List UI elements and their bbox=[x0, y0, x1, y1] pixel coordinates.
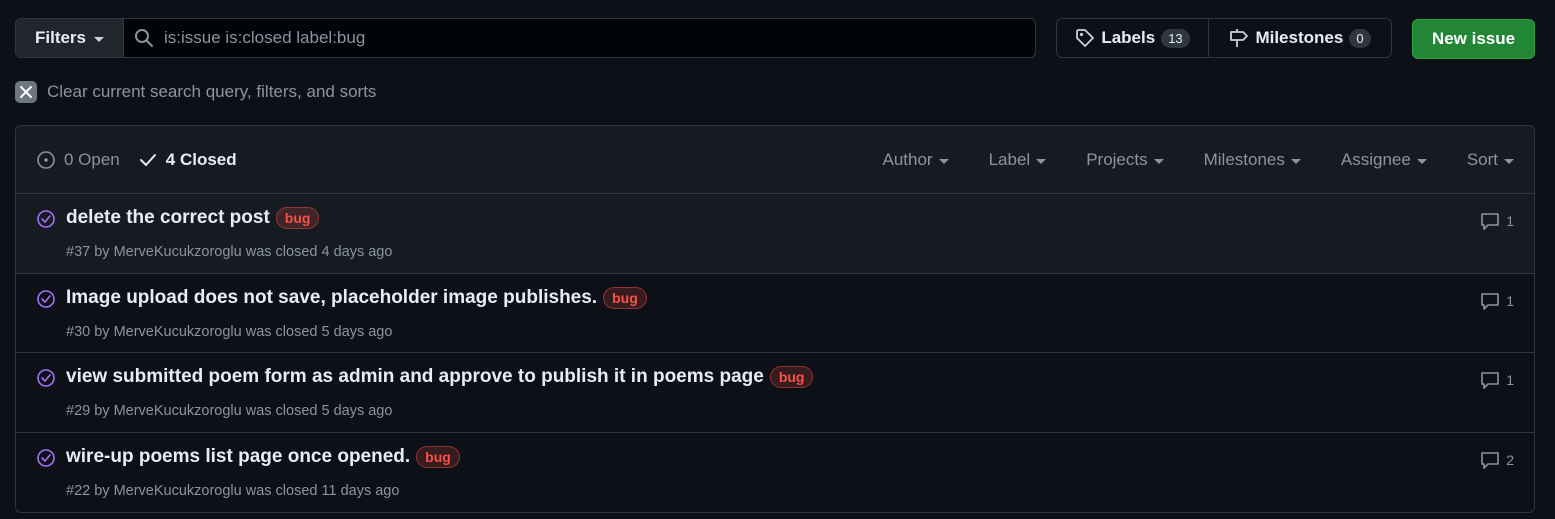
chevron-down-icon bbox=[1290, 158, 1301, 164]
filters-button[interactable]: Filters bbox=[15, 18, 124, 58]
close-icon bbox=[15, 81, 37, 103]
milestones-button-label: Milestones bbox=[1255, 28, 1344, 47]
chevron-down-icon bbox=[1153, 158, 1164, 164]
milestones-button[interactable]: Milestones 0 bbox=[1209, 19, 1391, 57]
comments-count: 1 bbox=[1506, 292, 1514, 309]
bug-label[interactable]: bug bbox=[603, 286, 647, 309]
issue-title-link[interactable]: view submitted poem form as admin and ap… bbox=[66, 366, 764, 388]
chevron-down-icon bbox=[938, 158, 949, 164]
comments-link[interactable]: 1 bbox=[1480, 370, 1514, 390]
filters-button-label: Filters bbox=[34, 28, 87, 47]
author-filter[interactable]: Author bbox=[882, 150, 949, 170]
comments-count: 1 bbox=[1506, 213, 1514, 229]
comments-link[interactable]: 1 bbox=[1480, 211, 1514, 231]
clear-filters-link[interactable]: Clear current search query, filters, and… bbox=[15, 81, 376, 103]
closed-issues-tab[interactable]: 4 Closed bbox=[138, 150, 237, 170]
chevron-down-icon bbox=[94, 36, 105, 42]
sort-filter-label: Sort bbox=[1466, 150, 1498, 169]
issues-list: 0 Open 4 Closed Author Label Projects Mi… bbox=[15, 125, 1535, 513]
issues-list-header: 0 Open 4 Closed Author Label Projects Mi… bbox=[16, 126, 1534, 194]
author-filter-label: Author bbox=[882, 150, 933, 169]
bug-label[interactable]: bug bbox=[275, 207, 320, 229]
issue-closed-icon bbox=[36, 448, 56, 468]
comments-count: 2 bbox=[1506, 451, 1514, 468]
issue-row[interactable]: Image upload does not save, placeholder … bbox=[16, 274, 1534, 353]
bug-label[interactable]: bug bbox=[416, 445, 460, 468]
search-icon bbox=[134, 28, 154, 48]
issue-meta: #22 by MerveKucukzoroglu was closed 11 d… bbox=[66, 482, 400, 499]
search-box[interactable] bbox=[124, 18, 1036, 58]
milestones-counter: 0 bbox=[1349, 28, 1371, 48]
open-issues-tab[interactable]: 0 Open bbox=[36, 150, 120, 170]
labels-button-label: Labels bbox=[1101, 28, 1156, 47]
issue-open-icon bbox=[36, 150, 56, 170]
projects-filter-label: Projects bbox=[1086, 150, 1148, 169]
issue-closed-icon bbox=[36, 368, 56, 388]
milestones-filter[interactable]: Milestones bbox=[1204, 150, 1301, 170]
issue-title-line: view submitted poem form as admin and ap… bbox=[66, 366, 814, 388]
search-input[interactable] bbox=[164, 28, 1024, 48]
issue-title-link[interactable]: wire-up poems list page once opened. bbox=[66, 446, 410, 468]
issue-row[interactable]: wire-up poems list page once opened. bug… bbox=[16, 433, 1534, 513]
chevron-down-icon bbox=[1036, 158, 1047, 164]
sort-filter[interactable]: Sort bbox=[1467, 150, 1514, 170]
issue-row[interactable]: view submitted poem form as admin and ap… bbox=[16, 353, 1534, 433]
issue-title-line: delete the correct post bug bbox=[66, 207, 320, 229]
tag-icon bbox=[1075, 28, 1095, 48]
comment-icon bbox=[1480, 370, 1500, 390]
projects-filter[interactable]: Projects bbox=[1086, 150, 1164, 170]
check-icon bbox=[138, 150, 158, 170]
issue-meta: #29 by MerveKucukzoroglu was closed 5 da… bbox=[66, 403, 393, 419]
issue-closed-icon bbox=[36, 209, 56, 229]
comments-link[interactable]: 1 bbox=[1480, 291, 1514, 311]
chevron-down-icon bbox=[1416, 158, 1427, 164]
labels-counter: 13 bbox=[1161, 28, 1190, 48]
labels-milestones-group: Labels 13 Milestones 0 bbox=[1056, 18, 1392, 58]
closed-issues-label: 4 Closed bbox=[165, 149, 237, 169]
issue-title-link[interactable]: Image upload does not save, placeholder … bbox=[66, 287, 597, 309]
issues-toolbar: Filters Labels 13 Milestones 0 New issue bbox=[15, 18, 1535, 59]
new-issue-button[interactable]: New issue bbox=[1412, 19, 1535, 59]
comments-link[interactable]: 2 bbox=[1480, 450, 1514, 470]
bug-label[interactable]: bug bbox=[769, 366, 814, 388]
issue-title-link[interactable]: delete the correct post bbox=[66, 207, 270, 229]
issue-meta: #30 by MerveKucukzoroglu was closed 5 da… bbox=[66, 323, 393, 340]
labels-button[interactable]: Labels 13 bbox=[1057, 19, 1209, 57]
header-filters: Author Label Projects Milestones Assigne… bbox=[882, 126, 1514, 194]
comments-count: 1 bbox=[1506, 372, 1514, 388]
chevron-down-icon bbox=[1504, 158, 1514, 164]
label-filter[interactable]: Label bbox=[989, 150, 1047, 170]
issue-title-line: Image upload does not save, placeholder … bbox=[66, 286, 647, 309]
issue-closed-icon bbox=[36, 289, 56, 309]
assignee-filter-label: Assignee bbox=[1340, 150, 1411, 169]
comment-icon bbox=[1480, 450, 1500, 470]
comment-icon bbox=[1480, 291, 1500, 311]
milestones-filter-label: Milestones bbox=[1203, 150, 1285, 169]
issue-meta: #37 by MerveKucukzoroglu was closed 4 da… bbox=[66, 244, 393, 260]
issue-row[interactable]: delete the correct post bug #37 by Merve… bbox=[16, 194, 1534, 274]
milestone-icon bbox=[1229, 28, 1249, 48]
open-issues-label: 0 Open bbox=[64, 149, 120, 169]
clear-filters-text: Clear current search query, filters, and… bbox=[47, 82, 377, 101]
assignee-filter[interactable]: Assignee bbox=[1341, 150, 1427, 170]
label-filter-label: Label bbox=[988, 150, 1031, 169]
issue-title-line: wire-up poems list page once opened. bug bbox=[66, 445, 460, 468]
comment-icon bbox=[1480, 211, 1500, 231]
